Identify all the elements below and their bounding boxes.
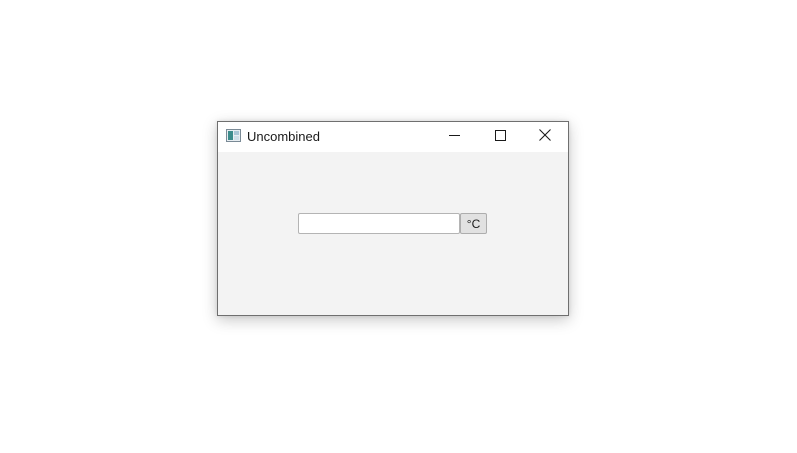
close-button[interactable] [522,122,568,151]
unit-button[interactable]: °C [460,213,487,234]
maximize-icon [494,128,506,146]
close-icon [539,128,551,146]
app-window-icon [226,129,241,142]
temperature-input[interactable] [298,213,460,234]
minimize-icon [448,128,460,146]
unit-button-label: °C [466,216,481,231]
window-client-area: °C [218,152,568,315]
app-window: Uncombined °C [217,121,569,316]
minimize-button[interactable] [431,122,477,151]
title-bar[interactable]: Uncombined [218,122,568,152]
maximize-button[interactable] [477,122,523,151]
window-title: Uncombined [247,129,320,144]
